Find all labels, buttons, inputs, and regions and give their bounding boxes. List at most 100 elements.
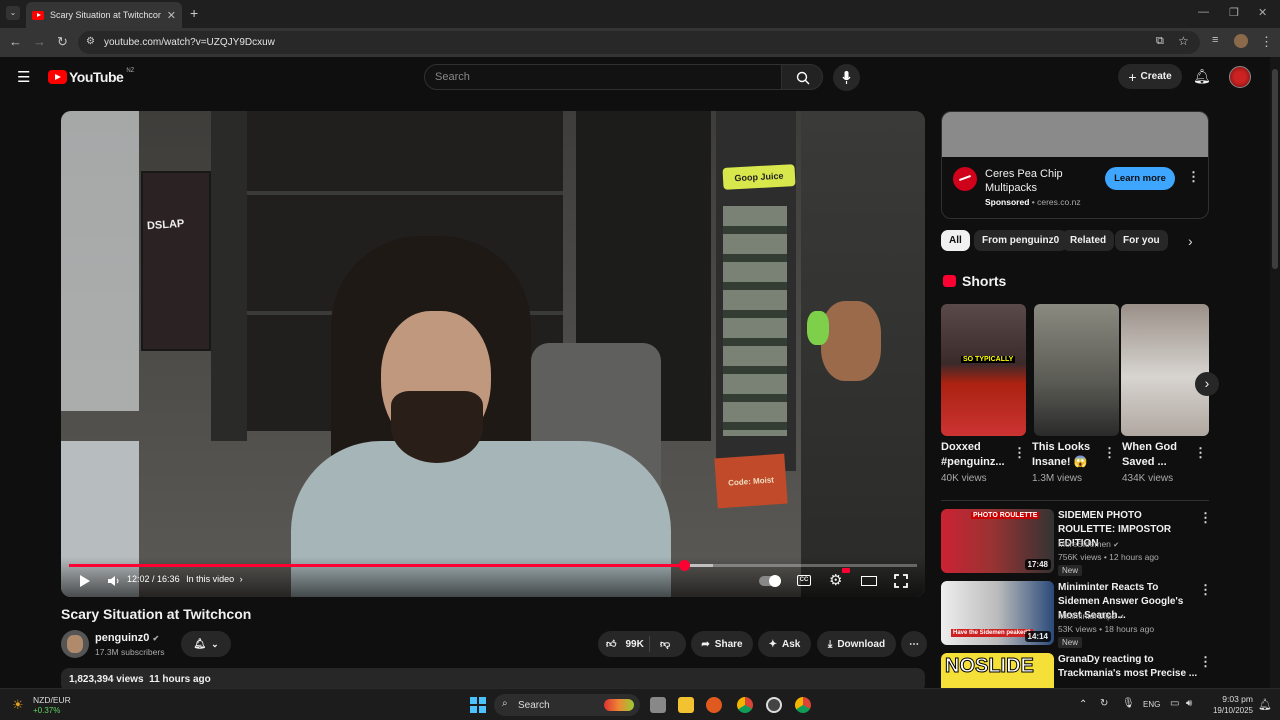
chips-next-arrow-icon[interactable]: › [1188, 233, 1193, 249]
file-explorer-icon[interactable] [678, 697, 694, 713]
chrome-icon[interactable] [737, 697, 753, 713]
minimize-icon[interactable]: — [1198, 6, 1209, 18]
video-channel[interactable]: MiniminterClips ✔ [1058, 611, 1124, 621]
site-info-icon[interactable]: ⚙ [86, 36, 95, 47]
like-count[interactable]: 99K [625, 639, 643, 650]
video-menu-icon[interactable]: ⋮ [1199, 510, 1212, 526]
shorts-next-arrow-icon[interactable]: › [1195, 372, 1219, 396]
video-player[interactable]: DSLAP Goop Juice Code: Moist 12:02 / 16:… [61, 111, 925, 597]
ask-button[interactable]: ✦ Ask [758, 631, 811, 657]
ad-banner-image[interactable] [942, 112, 1208, 157]
chrome-profile-icon[interactable] [795, 697, 811, 713]
restore-icon[interactable]: ❐ [1229, 6, 1239, 19]
install-app-icon[interactable]: ⧉ [1156, 35, 1164, 48]
autoplay-toggle[interactable] [759, 575, 781, 587]
channel-avatar[interactable] [61, 630, 89, 658]
chip-from-penguinz0[interactable]: From penguinz0 [974, 230, 1068, 251]
youtube-logo[interactable]: YouTube NZ [48, 68, 134, 85]
obs-icon[interactable] [766, 697, 782, 713]
bookmark-star-icon[interactable]: ☆ [1178, 34, 1189, 48]
ad-title[interactable]: Ceres Pea Chip Multipacks [985, 167, 1095, 195]
thumbs-down-icon[interactable]: 👎︎ [660, 638, 670, 650]
video-title[interactable]: GranaDy reacting to Trackmania's most Pr… [1058, 653, 1198, 681]
short-thumbnail[interactable] [1121, 304, 1209, 436]
brave-browser-icon[interactable] [706, 697, 722, 713]
page-scrollbar[interactable] [1270, 57, 1280, 688]
video-menu-icon[interactable]: ⋮ [1199, 582, 1212, 598]
language-indicator[interactable]: ENG [1143, 700, 1160, 709]
browser-menu-icon[interactable]: ⋮ [1260, 34, 1273, 50]
browser-tab-active[interactable]: Scary Situation at Twitchcon - YouTube ✕ [26, 2, 182, 28]
video-thumbnail[interactable]: PHOTO ROULETTE 17:48 [941, 509, 1054, 573]
ad-menu-icon[interactable]: ⋮ [1187, 169, 1200, 185]
profile-avatar-icon[interactable] [1234, 34, 1248, 48]
create-button[interactable]: + Create [1118, 64, 1182, 89]
search-input[interactable]: Search [424, 64, 782, 90]
tab-close-icon[interactable]: ✕ [167, 9, 176, 22]
hamburger-menu-icon[interactable]: ☰ [17, 68, 30, 86]
shorts-logo-icon [943, 275, 956, 287]
account-avatar[interactable] [1229, 66, 1251, 88]
chip-for-you[interactable]: For you [1115, 230, 1168, 251]
short-title[interactable]: Doxxed #penguinz... [941, 440, 1013, 470]
notifications-bell-icon[interactable]: 🔔︎ [1193, 68, 1211, 85]
short-menu-icon[interactable]: ⋮ [1103, 445, 1116, 461]
shelf-divider [211, 111, 247, 441]
sponsored-ad-card[interactable]: Ceres Pea Chip Multipacks Sponsored • ce… [941, 111, 1209, 219]
volume-icon[interactable] [108, 576, 120, 586]
voice-search-button[interactable] [833, 64, 860, 91]
window-close-icon[interactable]: ✕ [1258, 6, 1267, 19]
tab-search-chevron-icon[interactable]: ⌄ [6, 6, 20, 20]
more-actions-button[interactable]: ⋯ [901, 631, 927, 657]
address-bar[interactable]: ⚙ youtube.com/watch?v=UZQJY9Dcxuw ⧉ ☆ [78, 31, 1200, 54]
weather-widget-icon[interactable]: ☀ [12, 697, 24, 713]
learn-more-button[interactable]: Learn more [1105, 167, 1175, 190]
theater-mode-icon[interactable] [861, 576, 877, 586]
download-button[interactable]: ⤓ Download [817, 631, 896, 657]
video-menu-icon[interactable]: ⋮ [1199, 654, 1212, 670]
tray-overflow-icon[interactable]: ⌃ [1079, 699, 1087, 710]
advertiser-logo[interactable] [953, 167, 977, 191]
reading-list-icon[interactable]: ≡ [1212, 34, 1218, 46]
task-view-icon[interactable] [650, 697, 666, 713]
notification-bell-button[interactable]: 🔔︎ ⌄ [181, 631, 231, 657]
search-button[interactable] [781, 64, 823, 90]
mic-tray-icon[interactable]: 🎙︎ [1122, 698, 1135, 709]
short-thumbnail[interactable] [1034, 304, 1119, 436]
settings-gear-icon[interactable]: ⚙ [829, 571, 842, 589]
network-icon[interactable]: ▭ [1170, 698, 1179, 709]
scrubber-handle[interactable] [678, 560, 690, 571]
video-channel[interactable]: MoreSidemen ✔ [1058, 539, 1119, 549]
subtitles-icon[interactable]: CC [797, 575, 811, 586]
reload-icon[interactable]: ↻ [57, 34, 68, 50]
video-thumbnail[interactable]: Have the Sidemen peaked? 14:14 [941, 581, 1054, 645]
short-menu-icon[interactable]: ⋮ [1194, 445, 1207, 461]
short-thumbnail[interactable]: SO TYPICALLY [941, 304, 1026, 436]
notification-center-icon[interactable]: 🔔︎ [1258, 698, 1272, 711]
in-this-video-label[interactable]: In this video [186, 574, 234, 584]
sync-icon[interactable]: ↻ [1100, 698, 1108, 709]
person-beard [391, 391, 483, 463]
clock-time[interactable]: 9:03 pm [1209, 694, 1253, 704]
short-menu-icon[interactable]: ⋮ [1013, 445, 1026, 461]
channel-name[interactable]: penguinz0 ✔ [95, 632, 159, 644]
speaker-icon[interactable]: 🔊︎ [1186, 698, 1192, 709]
video-thumbnail[interactable]: NOSLIDE [941, 653, 1054, 688]
play-icon[interactable] [79, 574, 91, 588]
short-title[interactable]: When God Saved ... [1122, 440, 1194, 470]
new-tab-icon[interactable]: + [190, 5, 198, 21]
fullscreen-icon[interactable] [894, 574, 908, 588]
progress-bar[interactable] [69, 560, 917, 571]
scrollbar-thumb[interactable] [1272, 69, 1278, 269]
thumbs-up-icon[interactable]: 👍︎ [606, 638, 616, 650]
taskbar-search[interactable]: ⌕ Search [494, 694, 640, 716]
chip-all[interactable]: All [941, 230, 970, 251]
back-icon[interactable]: ← [9, 34, 22, 49]
clock-date[interactable]: 19/10/2025 [1205, 706, 1253, 715]
windows-start-icon[interactable] [470, 697, 486, 713]
forward-icon[interactable]: → [33, 34, 46, 49]
chip-related[interactable]: Related [1062, 230, 1115, 251]
share-button[interactable]: ➦ Share [691, 631, 753, 657]
short-title[interactable]: This Looks Insane! 😱 [1032, 440, 1104, 470]
ticker-name[interactable]: NZD/EUR [33, 695, 71, 705]
